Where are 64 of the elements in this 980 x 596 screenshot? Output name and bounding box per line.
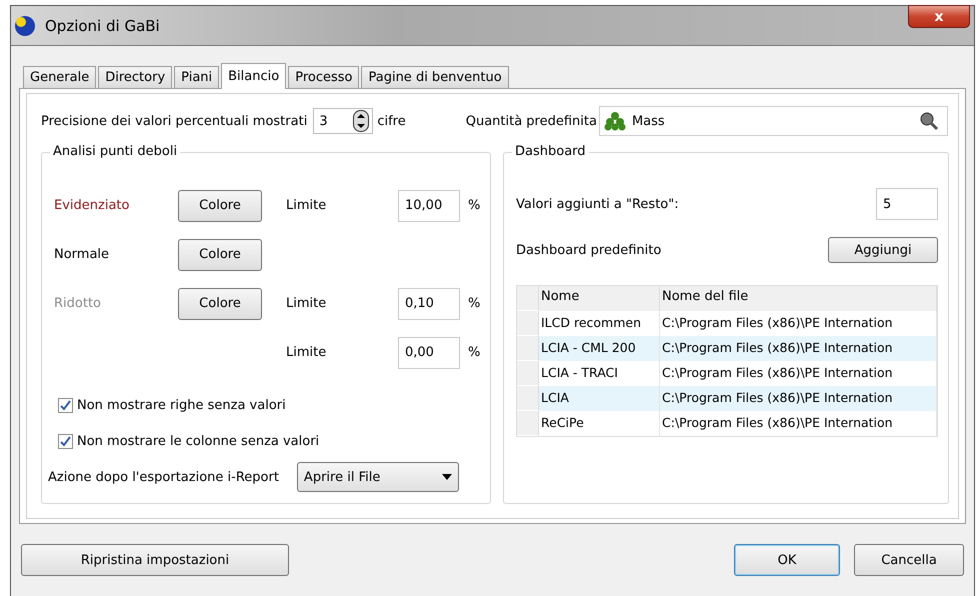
tab[interactable]: Generale: [23, 66, 96, 89]
row-header[interactable]: [517, 411, 539, 436]
table-cell: C:\Program Files (x86)\PE Internation: [660, 336, 937, 361]
mass-icon: [604, 111, 626, 131]
table-cell: LCIA: [539, 386, 660, 411]
color-button[interactable]: Colore: [178, 288, 262, 320]
limit-field[interactable]: 10,00: [398, 190, 460, 222]
table-cell: LCIA - TRACI: [539, 361, 660, 386]
table-cell: C:\Program Files (x86)\PE Internation: [660, 386, 937, 411]
row-header[interactable]: [517, 311, 539, 336]
reset-button[interactable]: Ripristina impostazioni: [21, 544, 289, 576]
tab[interactable]: Directory: [98, 66, 172, 89]
close-button[interactable]: x: [908, 5, 970, 28]
add-button[interactable]: Aggiungi: [828, 237, 938, 263]
limit-label: Limite: [285, 345, 328, 360]
checkbox[interactable]: [58, 434, 73, 448]
spinner-icon[interactable]: [353, 110, 370, 132]
column-header[interactable]: Nome del file: [660, 286, 937, 311]
precision-label: Precisione dei valori percentuali mostrati: [41, 114, 308, 128]
quantity-label: Quantità predefinita: [466, 114, 597, 128]
export-label: Azione dopo l'esportazione i-Report: [48, 470, 279, 484]
checkbox-label[interactable]: Non mostrare righe senza valori: [77, 398, 286, 412]
export-dropdown[interactable]: Aprire il File: [296, 462, 459, 492]
limit-field[interactable]: 0,10: [398, 288, 460, 320]
globe-icon: [13, 14, 37, 38]
limit-field[interactable]: 0,00: [398, 336, 460, 368]
percent-label: %: [467, 198, 480, 213]
row-header[interactable]: [517, 361, 539, 386]
table-cell: ReCiPe: [539, 411, 660, 436]
table-cell: C:\Program Files (x86)\PE Internation: [660, 411, 937, 436]
level-label: Normale: [54, 247, 110, 262]
tab[interactable]: Processo: [288, 66, 360, 89]
added-values-field[interactable]: 5: [876, 188, 938, 220]
tab[interactable]: Bilancio: [221, 63, 286, 89]
quantity-field[interactable]: Mass: [598, 106, 948, 136]
level-label: Ridotto: [54, 296, 102, 311]
tab[interactable]: Pagine di benventuo: [361, 66, 509, 89]
table-cell: LCIA - CML 200: [539, 336, 660, 361]
search-icon[interactable]: [919, 111, 939, 131]
group-title: Analisi punti deboli: [50, 144, 180, 159]
table-cell: C:\Program Files (x86)\PE Internation: [660, 311, 937, 336]
row-header[interactable]: [517, 336, 539, 361]
checkbox-label[interactable]: Non mostrare le colonne senza valori: [77, 434, 320, 448]
limit-label: Limite: [285, 296, 328, 311]
column-header[interactable]: Nome: [539, 286, 660, 311]
row-header[interactable]: [517, 386, 539, 411]
tab[interactable]: Piani: [174, 66, 220, 89]
percent-label: %: [467, 296, 480, 311]
level-label: Evidenziato: [54, 198, 130, 213]
limit-label: Limite: [285, 198, 328, 213]
window-title: Opzioni di GaBi: [45, 16, 160, 34]
dashboard-label: Dashboard predefinito: [516, 242, 662, 258]
cancel-button[interactable]: Cancella: [854, 544, 964, 576]
added-values-label: Valori aggiunti a "Resto":: [516, 196, 679, 212]
percent-label: %: [467, 345, 480, 360]
checkbox[interactable]: [58, 398, 73, 412]
color-button[interactable]: Colore: [178, 190, 262, 222]
table-cell: ILCD recommen: [539, 311, 660, 336]
precision-spinner[interactable]: 3: [313, 108, 374, 134]
ok-button[interactable]: OK: [734, 544, 840, 576]
caret-icon: [442, 474, 452, 480]
color-button[interactable]: Colore: [178, 238, 262, 270]
table-cell: C:\Program Files (x86)\PE Internation: [660, 361, 937, 386]
unit-label: cifre: [377, 114, 406, 128]
